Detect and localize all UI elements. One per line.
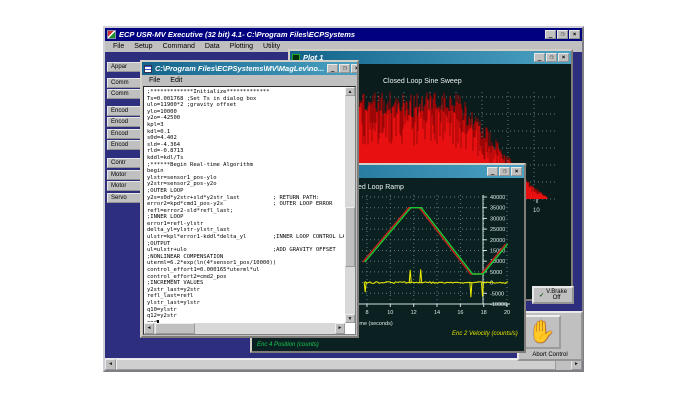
svg-text:35000: 35000 [490,206,505,212]
code-editor-text[interactable]: ;*************Initialize************* Ts… [147,89,344,322]
svg-text:20: 20 [504,310,510,316]
maximize-icon[interactable]: ❐ [557,30,568,39]
menu-item-data[interactable]: Data [200,43,225,50]
abort-control-label: Abort Control [532,352,568,358]
editor-body: ;*************Initialize************* Ts… [143,86,356,335]
abort-control-button[interactable]: ✋ [523,315,561,349]
svg-text:40000: 40000 [490,195,505,201]
horizontal-scrollbar[interactable]: ◄ ► [144,323,345,334]
svg-text:20000: 20000 [490,238,505,244]
maximize-icon[interactable]: ❐ [339,64,351,73]
v-brake-label: V.Brake Off [546,289,567,301]
svg-text:18: 18 [481,310,487,316]
menu-item-command[interactable]: Command [158,43,200,50]
scroll-left-icon[interactable]: ◄ [144,323,154,334]
svg-text:16: 16 [457,310,463,316]
svg-text:12: 12 [411,310,417,316]
close-icon[interactable]: × [351,64,357,73]
close-icon[interactable]: × [511,167,522,176]
svg-text:25000: 25000 [490,227,505,233]
menu-item-plotting[interactable]: Plotting [225,43,258,50]
scroll-up-icon[interactable]: ▲ [345,87,355,96]
editor-title: C:\Program Files\ECPSystems\MV\MagLev\no… [155,64,325,73]
abort-panel: ✋ Abort Control [517,311,583,361]
menu-item-edit[interactable]: Edit [165,77,187,84]
check-icon: ✓ [539,292,545,299]
svg-text:-5000: -5000 [490,291,504,297]
svg-text:14: 14 [434,310,440,316]
v-brake-button[interactable]: ✓ V.Brake Off [532,286,574,304]
sweep-chart-title: Closed Loop Sine Sweep [383,78,462,85]
scrollbar-thumb[interactable] [345,207,355,267]
minimize-icon[interactable]: _ [534,53,545,62]
editor-titlebar[interactable]: C:\Program Files\ECPSystems\MV\MagLev\no… [142,62,357,75]
menu-item-setup[interactable]: Setup [129,43,157,50]
scroll-right-icon[interactable]: ► [335,323,345,334]
menu-item-file[interactable]: File [144,77,165,84]
svg-text:8: 8 [365,310,368,316]
vertical-scrollbar[interactable]: ▲ ▼ [345,87,355,323]
minimize-icon[interactable]: _ [327,64,339,73]
menu-item-utility[interactable]: Utility [258,43,285,50]
main-window-title: ECP USR-MV Executive (32 bit) 4.1- C:\Pr… [119,30,356,39]
app-icon [107,30,116,39]
ramp-x-axis-label: Time (seconds) [355,321,393,327]
document-icon [144,64,152,73]
minimize-icon[interactable]: _ [545,30,556,39]
legend-enc2-velocity: Enc 2 Velocity (counts/s) [452,331,518,337]
legend-enc4-position: Enc 4 Position (counts) [257,342,319,348]
svg-text:5000: 5000 [490,270,502,276]
close-icon[interactable]: × [558,53,569,62]
svg-text:-10000: -10000 [490,302,507,308]
scroll-left-icon[interactable]: ◄ [105,359,116,370]
menu-item-file[interactable]: File [108,43,129,50]
scrollbar-thumb[interactable] [155,323,195,334]
scroll-down-icon[interactable]: ▼ [345,314,355,323]
svg-text:10: 10 [387,310,393,316]
desktop: ECP USR-MV Executive (32 bit) 4.1- C:\Pr… [0,0,688,400]
maximize-icon[interactable]: ❐ [546,53,557,62]
editor-menubar: File Edit [142,75,357,86]
svg-text:30000: 30000 [490,216,505,222]
editor-window: C:\Program Files\ECPSystems\MV\MagLev\no… [140,60,359,338]
hand-icon: ✋ [528,319,556,344]
main-titlebar[interactable]: ECP USR-MV Executive (32 bit) 4.1- C:\Pr… [105,28,582,41]
close-icon[interactable]: × [569,30,580,39]
maximize-icon[interactable]: ❐ [499,167,510,176]
scrollbar-thumb[interactable] [116,359,556,370]
minimize-icon[interactable]: _ [487,167,498,176]
svg-text:10: 10 [533,208,540,214]
mdi-horizontal-scrollbar[interactable]: ◄ ► [105,358,582,370]
